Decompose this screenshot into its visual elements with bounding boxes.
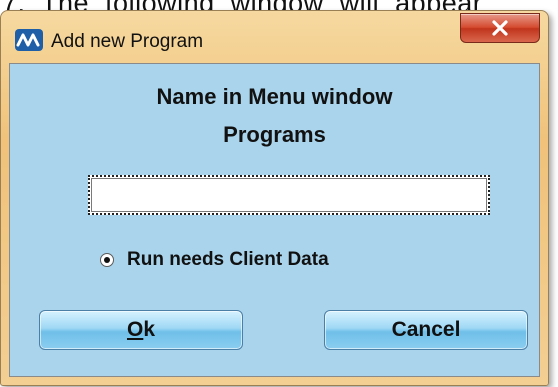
field-heading-line-2: Programs bbox=[223, 122, 326, 147]
run-needs-client-data-label: Run needs Client Data bbox=[127, 249, 329, 270]
selected-radio-button[interactable] bbox=[100, 253, 114, 267]
add-program-dialog: Add new Program Name in Menu window Prog… bbox=[0, 10, 549, 386]
title-bar[interactable]: Add new Program bbox=[1, 11, 548, 63]
signal-wave-icon bbox=[15, 29, 43, 51]
dialog-body: Name in Menu window Programs Run needs C… bbox=[9, 63, 540, 377]
run-needs-client-data-option[interactable]: Run needs Client Data bbox=[100, 247, 329, 273]
program-name-input[interactable] bbox=[88, 175, 490, 215]
field-heading-line-1: Name in Menu window bbox=[156, 84, 393, 109]
close-button[interactable] bbox=[460, 13, 540, 43]
window-title: Add new Program bbox=[51, 31, 204, 52]
close-icon bbox=[492, 20, 508, 36]
cancel-button[interactable]: Cancel bbox=[324, 310, 528, 350]
ok-button[interactable]: Ok bbox=[39, 310, 243, 350]
ok-label-rest: k bbox=[143, 318, 156, 341]
cancel-label: Cancel bbox=[391, 318, 461, 341]
ok-mnemonic: O bbox=[126, 318, 144, 341]
